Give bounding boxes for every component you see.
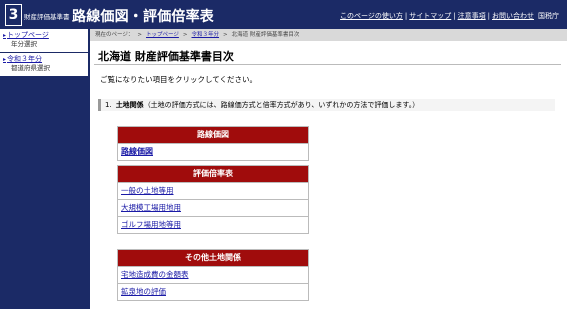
breadcrumb-separator: > <box>182 32 188 38</box>
sidebar-sub-prefecture: 都道府県選択 <box>11 64 50 72</box>
section-heading: 1. 土地関係（土地の評価方式には、路線価方式と倍率方式があり、いずれかの方法で評… <box>98 99 555 111</box>
rosenka-block: 路線価図 路線価図 <box>117 126 309 161</box>
main-content: 現在のページ： > トップページ > 令和３年分 > 北海道 財産評価基準書目次 北海道 財… <box>90 29 567 309</box>
separator: | <box>453 12 456 20</box>
section-note: （土地の評価方式には、路線価方式と倍率方式があり、いずれかの方法で評価します。） <box>143 101 420 109</box>
mineral-spring-link[interactable]: 鉱泉地の評価 <box>121 287 166 296</box>
multiplier-block: 評価倍率表 一般の土地等用 大規模工場用地用 ゴルフ場用地等用 <box>117 165 309 234</box>
logo-subtitle[interactable]: 財産評価基準書 <box>24 11 70 21</box>
separator: | <box>487 12 490 20</box>
breadcrumb-separator: > <box>223 32 228 38</box>
general-land-link[interactable]: 一般の土地等用 <box>121 186 174 195</box>
page-title: 北海道 財産評価基準書目次 <box>98 50 234 63</box>
notes-link[interactable]: 注意事項 <box>458 12 486 20</box>
breadcrumb: 現在のページ： > トップページ > 令和３年分 > 北海道 財産評価基準書目次 <box>90 29 567 41</box>
block-title: 路線価図 <box>118 127 308 143</box>
golf-course-link[interactable]: ゴルフ場用地等用 <box>121 220 181 229</box>
section-number: 1. <box>105 101 112 109</box>
breadcrumb-r3[interactable]: 令和３年分 <box>192 32 220 38</box>
land-development-cost-link[interactable]: 宅地造成費の金額表 <box>121 270 189 279</box>
sidebar-link-r3[interactable]: 令和３年分 <box>3 55 88 64</box>
sidebar-sub-year: 年分選択 <box>11 40 37 48</box>
block-title: その他土地関係 <box>118 250 308 266</box>
sitemap-link[interactable]: サイトマップ <box>409 12 451 20</box>
sidebar-link-top[interactable]: トップページ <box>3 31 88 40</box>
site-title[interactable]: 路線価図・評価倍率表 <box>72 6 214 26</box>
sidebar: トップページ 年分選択 令和３年分 都道府県選択 <box>0 29 89 309</box>
separator: | <box>404 12 408 20</box>
large-factory-link[interactable]: 大規模工場用地用 <box>121 203 181 212</box>
list-item: 大規模工場用地用 <box>118 199 308 216</box>
site-header: 3 財産評価基準書 路線価図・評価倍率表 このページの使い方 | サイトマップ | 注意… <box>0 0 567 29</box>
list-item: 鉱泉地の評価 <box>118 283 308 300</box>
breadcrumb-prefix: 現在のページ： <box>95 32 134 38</box>
agency-name: 国税庁 <box>538 12 559 20</box>
logo-badge[interactable]: 3 <box>5 4 22 26</box>
breadcrumb-separator: > <box>137 32 142 38</box>
sidebar-item-r3: 令和３年分 都道府県選択 <box>0 53 88 76</box>
usage-link[interactable]: このページの使い方 <box>340 12 403 20</box>
breadcrumb-top[interactable]: トップページ <box>146 32 179 38</box>
breadcrumb-current: 北海道 財産評価基準書目次 <box>231 32 300 38</box>
list-item: ゴルフ場用地等用 <box>118 216 308 233</box>
list-item: 宅地造成費の金額表 <box>118 266 308 283</box>
block-title: 評価倍率表 <box>118 166 308 182</box>
sidebar-item-top: トップページ 年分選択 <box>0 29 88 52</box>
list-item: 路線価図 <box>118 143 308 160</box>
intro-text: ご覧になりたい項目をクリックしてください。 <box>100 75 258 84</box>
other-land-block: その他土地関係 宅地造成費の金額表 鉱泉地の評価 <box>117 249 309 301</box>
contact-link[interactable]: お問い合わせ <box>492 12 534 20</box>
header-links: このページの使い方 | サイトマップ | 注意事項 | お問い合わせ 国税庁 <box>340 11 559 21</box>
list-item: 一般の土地等用 <box>118 182 308 199</box>
rosenka-link[interactable]: 路線価図 <box>121 147 153 156</box>
section-name: 土地関係 <box>115 101 144 109</box>
title-divider <box>94 64 561 65</box>
